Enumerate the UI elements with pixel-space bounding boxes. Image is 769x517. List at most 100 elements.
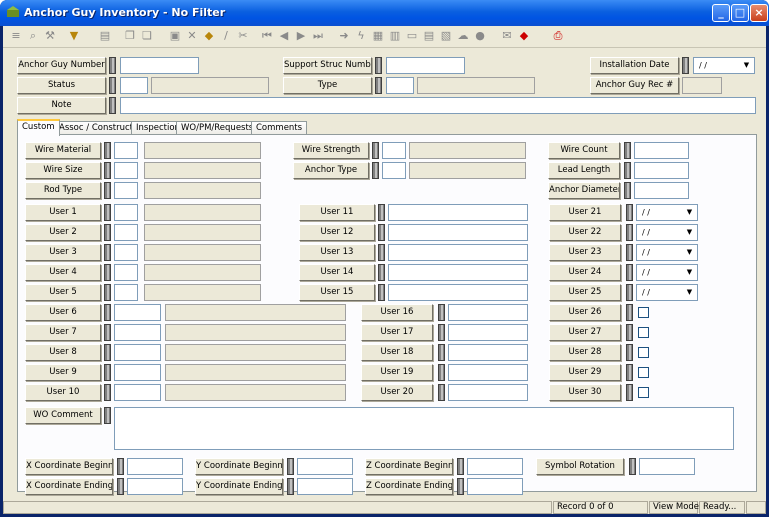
last-record-icon[interactable]: ⏭ — [311, 29, 325, 43]
user-19-field[interactable] — [448, 364, 528, 381]
user-25-button[interactable]: User 25 — [549, 284, 621, 301]
user-13-field[interactable] — [388, 244, 528, 261]
symbol-rotation-button[interactable]: Symbol Rotation — [536, 458, 624, 475]
user-7-code[interactable] — [114, 324, 161, 341]
grid-icon[interactable]: ▦ — [371, 29, 385, 43]
user-14-button[interactable]: User 14 — [299, 264, 375, 281]
user-20-field[interactable] — [448, 384, 528, 401]
user-1-code[interactable] — [114, 204, 138, 221]
report-icon[interactable]: ▤ — [98, 29, 112, 43]
status-button[interactable]: Status — [17, 77, 106, 94]
user-16-button[interactable]: User 16 — [361, 304, 433, 321]
anchor-diameter-field[interactable] — [634, 182, 689, 199]
support-struc-number-field[interactable] — [386, 57, 465, 74]
user-23-date-select[interactable]: / / ▼ — [636, 244, 698, 261]
wire-material-button[interactable]: Wire Material — [25, 142, 101, 159]
chevron-down-icon[interactable]: ▼ — [683, 246, 696, 259]
wire-size-button[interactable]: Wire Size — [25, 162, 101, 179]
minimize-button[interactable]: _ — [712, 4, 730, 22]
anchor-type-button[interactable]: Anchor Type — [293, 162, 369, 179]
user-17-button[interactable]: User 17 — [361, 324, 433, 341]
anchor-diameter-button[interactable]: Anchor Diameter — [548, 182, 620, 199]
user-24-date-select[interactable]: / / ▼ — [636, 264, 698, 281]
save-icon[interactable]: ▣ — [168, 29, 182, 43]
book-icon[interactable]: ◆ — [202, 29, 216, 43]
user-22-date-select[interactable]: / / ▼ — [636, 224, 698, 241]
type-button[interactable]: Type — [283, 77, 372, 94]
user-15-button[interactable]: User 15 — [299, 284, 375, 301]
user-26-button[interactable]: User 26 — [549, 304, 621, 321]
prev-record-icon[interactable]: ◀ — [277, 29, 291, 43]
chevron-down-icon[interactable]: ▼ — [683, 226, 696, 239]
z-coordinate-ending-field[interactable] — [467, 478, 523, 495]
close-button[interactable]: × — [750, 4, 768, 22]
tab-wo-pm-requests[interactable]: WO/PM/Requests — [176, 121, 259, 135]
wo-comment-field[interactable] — [114, 407, 734, 450]
list-icon[interactable]: ≡ — [9, 29, 23, 43]
paste-icon[interactable]: ❏ — [140, 29, 154, 43]
wire-material-code[interactable] — [114, 142, 138, 159]
lead-length-button[interactable]: Lead Length — [548, 162, 620, 179]
user-16-field[interactable] — [448, 304, 528, 321]
tab-custom[interactable]: Custom — [17, 119, 60, 136]
z-coordinate-beginning-field[interactable] — [467, 458, 523, 475]
chevron-down-icon[interactable]: ▼ — [740, 59, 753, 72]
user-15-field[interactable] — [388, 284, 528, 301]
cloud-icon[interactable]: ☁ — [456, 29, 470, 43]
x-coordinate-beginning-button[interactable]: X Coordinate Beginning — [25, 458, 113, 475]
user-27-button[interactable]: User 27 — [549, 324, 621, 341]
table-icon[interactable]: ▤ — [422, 29, 436, 43]
user-29-checkbox[interactable] — [638, 367, 649, 378]
chevron-down-icon[interactable]: ▼ — [683, 266, 696, 279]
user-4-button[interactable]: User 4 — [25, 264, 101, 281]
y-coordinate-beginning-field[interactable] — [297, 458, 353, 475]
note-button[interactable]: Note — [17, 97, 106, 114]
user-11-field[interactable] — [388, 204, 528, 221]
user-21-button[interactable]: User 21 — [549, 204, 621, 221]
globe-icon[interactable]: ● — [473, 29, 487, 43]
user-10-button[interactable]: User 10 — [25, 384, 101, 401]
anchor-type-code[interactable] — [382, 162, 406, 179]
anchor-guy-number-button[interactable]: Anchor Guy Number — [17, 57, 106, 74]
user-20-button[interactable]: User 20 — [361, 384, 433, 401]
user-6-code[interactable] — [114, 304, 161, 321]
books-icon[interactable]: ◆ — [517, 29, 531, 43]
user-2-button[interactable]: User 2 — [25, 224, 101, 241]
user-2-code[interactable] — [114, 224, 138, 241]
first-record-icon[interactable]: ⏮ — [260, 29, 274, 43]
user-10-code[interactable] — [114, 384, 161, 401]
next-record-icon[interactable]: ▶ — [294, 29, 308, 43]
wire-count-button[interactable]: Wire Count — [548, 142, 620, 159]
rod-type-code[interactable] — [114, 182, 138, 199]
user-26-checkbox[interactable] — [638, 307, 649, 318]
user-17-field[interactable] — [448, 324, 528, 341]
wire-count-field[interactable] — [634, 142, 689, 159]
user-28-button[interactable]: User 28 — [549, 344, 621, 361]
wo-comment-button[interactable]: WO Comment — [25, 407, 101, 424]
goto-icon[interactable]: ➜ — [337, 29, 351, 43]
lead-length-field[interactable] — [634, 162, 689, 179]
user-13-button[interactable]: User 13 — [299, 244, 375, 261]
user-4-code[interactable] — [114, 264, 138, 281]
panel-icon[interactable]: ▧ — [439, 29, 453, 43]
filter-icon[interactable]: ▼ — [67, 29, 81, 43]
user-8-button[interactable]: User 8 — [25, 344, 101, 361]
tab-comments[interactable]: Comments — [251, 121, 308, 135]
note-field[interactable] — [120, 97, 756, 114]
symbol-rotation-field[interactable] — [639, 458, 695, 475]
maximize-button[interactable]: □ — [731, 4, 749, 22]
x-coordinate-beginning-field[interactable] — [127, 458, 183, 475]
user-3-code[interactable] — [114, 244, 138, 261]
wire-strength-button[interactable]: Wire Strength — [293, 142, 369, 159]
user-8-code[interactable] — [114, 344, 161, 361]
user-27-checkbox[interactable] — [638, 327, 649, 338]
user-7-button[interactable]: User 7 — [25, 324, 101, 341]
user-6-button[interactable]: User 6 — [25, 304, 101, 321]
type-code-field[interactable] — [386, 77, 414, 94]
mail-icon[interactable]: ✉ — [500, 29, 514, 43]
installation-date-button[interactable]: Installation Date — [590, 57, 679, 74]
y-coordinate-ending-button[interactable]: Y Coordinate Ending — [195, 478, 283, 495]
edit-icon[interactable]: / — [219, 29, 233, 43]
support-struc-number-button[interactable]: Support Struc Number — [283, 57, 372, 74]
user-18-field[interactable] — [448, 344, 528, 361]
